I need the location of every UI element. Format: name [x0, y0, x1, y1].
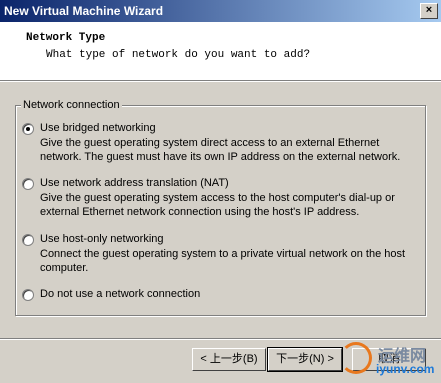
radio-no-network[interactable]: [22, 289, 34, 301]
option-label[interactable]: Use network address translation (NAT): [40, 177, 229, 189]
title-bar: New Virtual Machine Wizard ×: [0, 0, 441, 22]
option-description: Connect the guest operating system to a …: [40, 248, 406, 274]
option-description: Give the guest operating system direct a…: [40, 137, 401, 163]
watermark-logo-icon: [340, 342, 372, 374]
page-title: Network Type: [26, 32, 106, 44]
next-button[interactable]: 下一步(N) >: [267, 347, 343, 372]
radio-host-only[interactable]: [22, 234, 34, 246]
radio-bridged[interactable]: [22, 123, 34, 135]
page-subtitle: What type of network do you want to add?: [46, 49, 311, 61]
watermark: 运维网 iyunv.com: [338, 340, 438, 380]
wizard-header: Network Type What type of network do you…: [0, 22, 441, 80]
radio-nat[interactable]: [22, 178, 34, 190]
group-legend: Network connection: [21, 99, 122, 111]
window-title: New Virtual Machine Wizard: [4, 4, 164, 18]
option-label[interactable]: Do not use a network connection: [40, 288, 200, 300]
close-button[interactable]: ×: [420, 3, 438, 19]
back-button[interactable]: < 上一步(B): [192, 348, 266, 371]
watermark-en: iyunv.com: [376, 362, 435, 376]
option-label[interactable]: Use bridged networking: [40, 122, 156, 134]
radio-selected-dot: [26, 127, 30, 131]
option-description: Give the guest operating system access t…: [40, 192, 395, 218]
close-icon: ×: [425, 4, 433, 16]
header-divider: [0, 80, 441, 82]
option-label[interactable]: Use host-only networking: [40, 233, 164, 245]
